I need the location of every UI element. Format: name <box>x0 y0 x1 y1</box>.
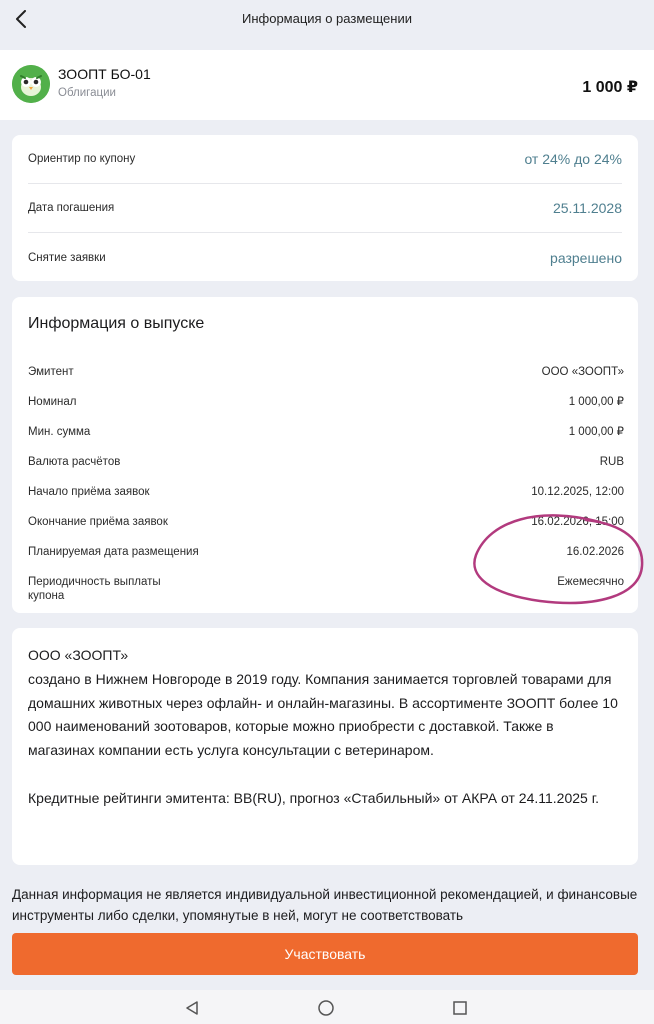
zoopt-logo <box>12 65 50 103</box>
nominal-value: 1 000,00 ₽ <box>568 396 624 408</box>
bond-summary-row: ЗООПТ БО-01 Облигации 1 000 ₽ <box>0 50 654 120</box>
currency-row: Валюта расчётов RUB <box>28 455 624 485</box>
order-withdrawal-label: Снятие заявки <box>28 251 106 264</box>
coupon-guide-value: от 24% до 24% <box>524 151 622 167</box>
maturity-date-label: Дата погашения <box>28 202 115 214</box>
issuer-about-card: ООО «ЗООПТ» создано в Нижнем Новгороде в… <box>12 628 638 865</box>
bond-type: Облигации <box>58 87 116 99</box>
nominal-row: Номинал 1 000,00 ₽ <box>28 395 624 425</box>
company-description: создано в Нижнем Новгороде в 2019 году. … <box>28 670 618 759</box>
order-end-value: 16.02.2026, 15:00 <box>531 516 624 528</box>
issuer-row: Эмитент ООО «ЗООПТ» <box>28 365 624 395</box>
coupon-guide-row: Ориентир по купону от 24% до 24% <box>28 135 622 184</box>
summary-card: Ориентир по купону от 24% до 24% Дата по… <box>12 135 638 281</box>
system-nav-bar <box>0 990 654 1024</box>
order-end-row: Окончание приёма заявок 16.02.2026, 15:0… <box>28 515 624 545</box>
credit-rating: Кредитные рейтинги эмитента: BB(RU), про… <box>28 789 599 806</box>
issuer-label: Эмитент <box>28 366 74 378</box>
min-amount-value: 1 000,00 ₽ <box>568 426 624 438</box>
nominal-label: Номинал <box>28 396 77 408</box>
order-withdrawal-row: Снятие заявки разрешено <box>28 233 622 282</box>
bond-price: 1 000 ₽ <box>582 79 638 96</box>
currency-value: RUB <box>599 456 624 468</box>
bond-name: ЗООПТ БО-01 <box>58 66 151 82</box>
min-amount-label: Мин. сумма <box>28 426 91 438</box>
maturity-date-value: 25.11.2028 <box>552 200 622 216</box>
placement-date-value: 16.02.2026 <box>566 546 624 558</box>
company-name: ООО «ЗООПТ» <box>28 647 129 663</box>
currency-label: Валюта расчётов <box>28 456 121 468</box>
issue-info-title: Информация о выпуске <box>28 315 205 332</box>
coupon-frequency-row: Периодичность выплаты купона Ежемесячно <box>28 575 624 607</box>
disclaimer-text: Данная информация не является индивидуал… <box>12 887 638 923</box>
top-bar: Информация о размещении <box>0 0 654 38</box>
order-end-label: Окончание приёма заявок <box>28 516 168 528</box>
nav-back-icon[interactable] <box>182 998 202 1018</box>
order-start-value: 10.12.2025, 12:00 <box>531 486 624 498</box>
issuer-value: ООО «ЗООПТ» <box>541 366 624 378</box>
coupon-guide-label: Ориентир по купону <box>28 153 136 165</box>
order-withdrawal-value: разрешено <box>550 249 622 266</box>
coupon-frequency-label: Периодичность выплаты купона <box>28 576 161 602</box>
participate-button[interactable]: Участвовать <box>12 933 638 975</box>
coupon-frequency-value: Ежемесячно <box>557 576 624 588</box>
maturity-date-row: Дата погашения 25.11.2028 <box>28 184 622 233</box>
issue-info-card: Информация о выпуске Эмитент ООО «ЗООПТ»… <box>12 297 638 613</box>
page-title: Информация о размещении <box>242 11 412 26</box>
nav-home-icon[interactable] <box>316 998 336 1018</box>
order-start-row: Начало приёма заявок 10.12.2025, 12:00 <box>28 485 624 515</box>
placement-date-row: Планируемая дата размещения 16.02.2026 <box>28 545 624 575</box>
placement-date-label: Планируемая дата размещения <box>28 546 199 558</box>
order-start-label: Начало приёма заявок <box>28 486 150 498</box>
min-amount-row: Мин. сумма 1 000,00 ₽ <box>28 425 624 455</box>
nav-recents-icon[interactable] <box>450 998 470 1018</box>
